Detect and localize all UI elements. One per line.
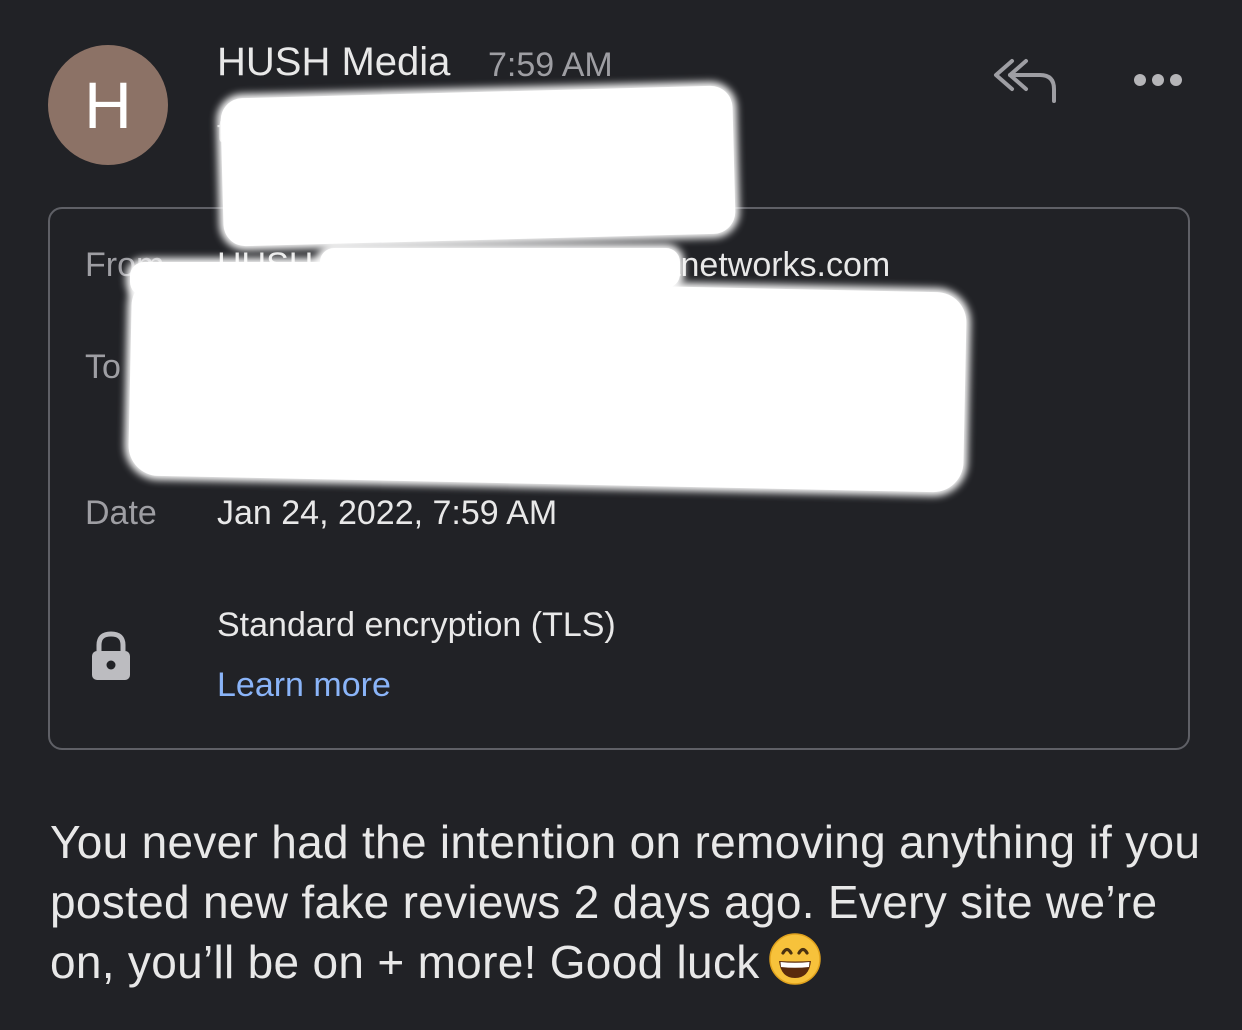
- more-horizontal-icon: [1134, 74, 1182, 86]
- redaction-mark: [220, 85, 736, 247]
- to-label: To: [85, 348, 121, 386]
- reply-all-button[interactable]: [990, 55, 1062, 107]
- message-body: You never had the intention on removing …: [50, 812, 1210, 992]
- avatar[interactable]: H: [48, 45, 168, 165]
- learn-more-link[interactable]: Learn more: [217, 666, 391, 705]
- redaction-mark: [127, 275, 968, 493]
- more-options-button[interactable]: [1128, 60, 1188, 100]
- email-view: H HUSH Media 7:59 AM to From HUSH Media …: [0, 0, 1242, 1030]
- lock-icon: [92, 631, 130, 680]
- date-label: Date: [85, 494, 157, 532]
- date-value: Jan 24, 2022, 7:59 AM: [217, 494, 558, 532]
- sender-name[interactable]: HUSH Media: [217, 40, 450, 85]
- reply-all-icon: [994, 59, 1056, 103]
- sent-time: 7:59 AM: [488, 46, 613, 84]
- message-text: You never had the intention on removing …: [50, 816, 1201, 988]
- encryption-text: Standard encryption (TLS): [217, 606, 616, 644]
- grinning-face-emoji: [768, 933, 821, 985]
